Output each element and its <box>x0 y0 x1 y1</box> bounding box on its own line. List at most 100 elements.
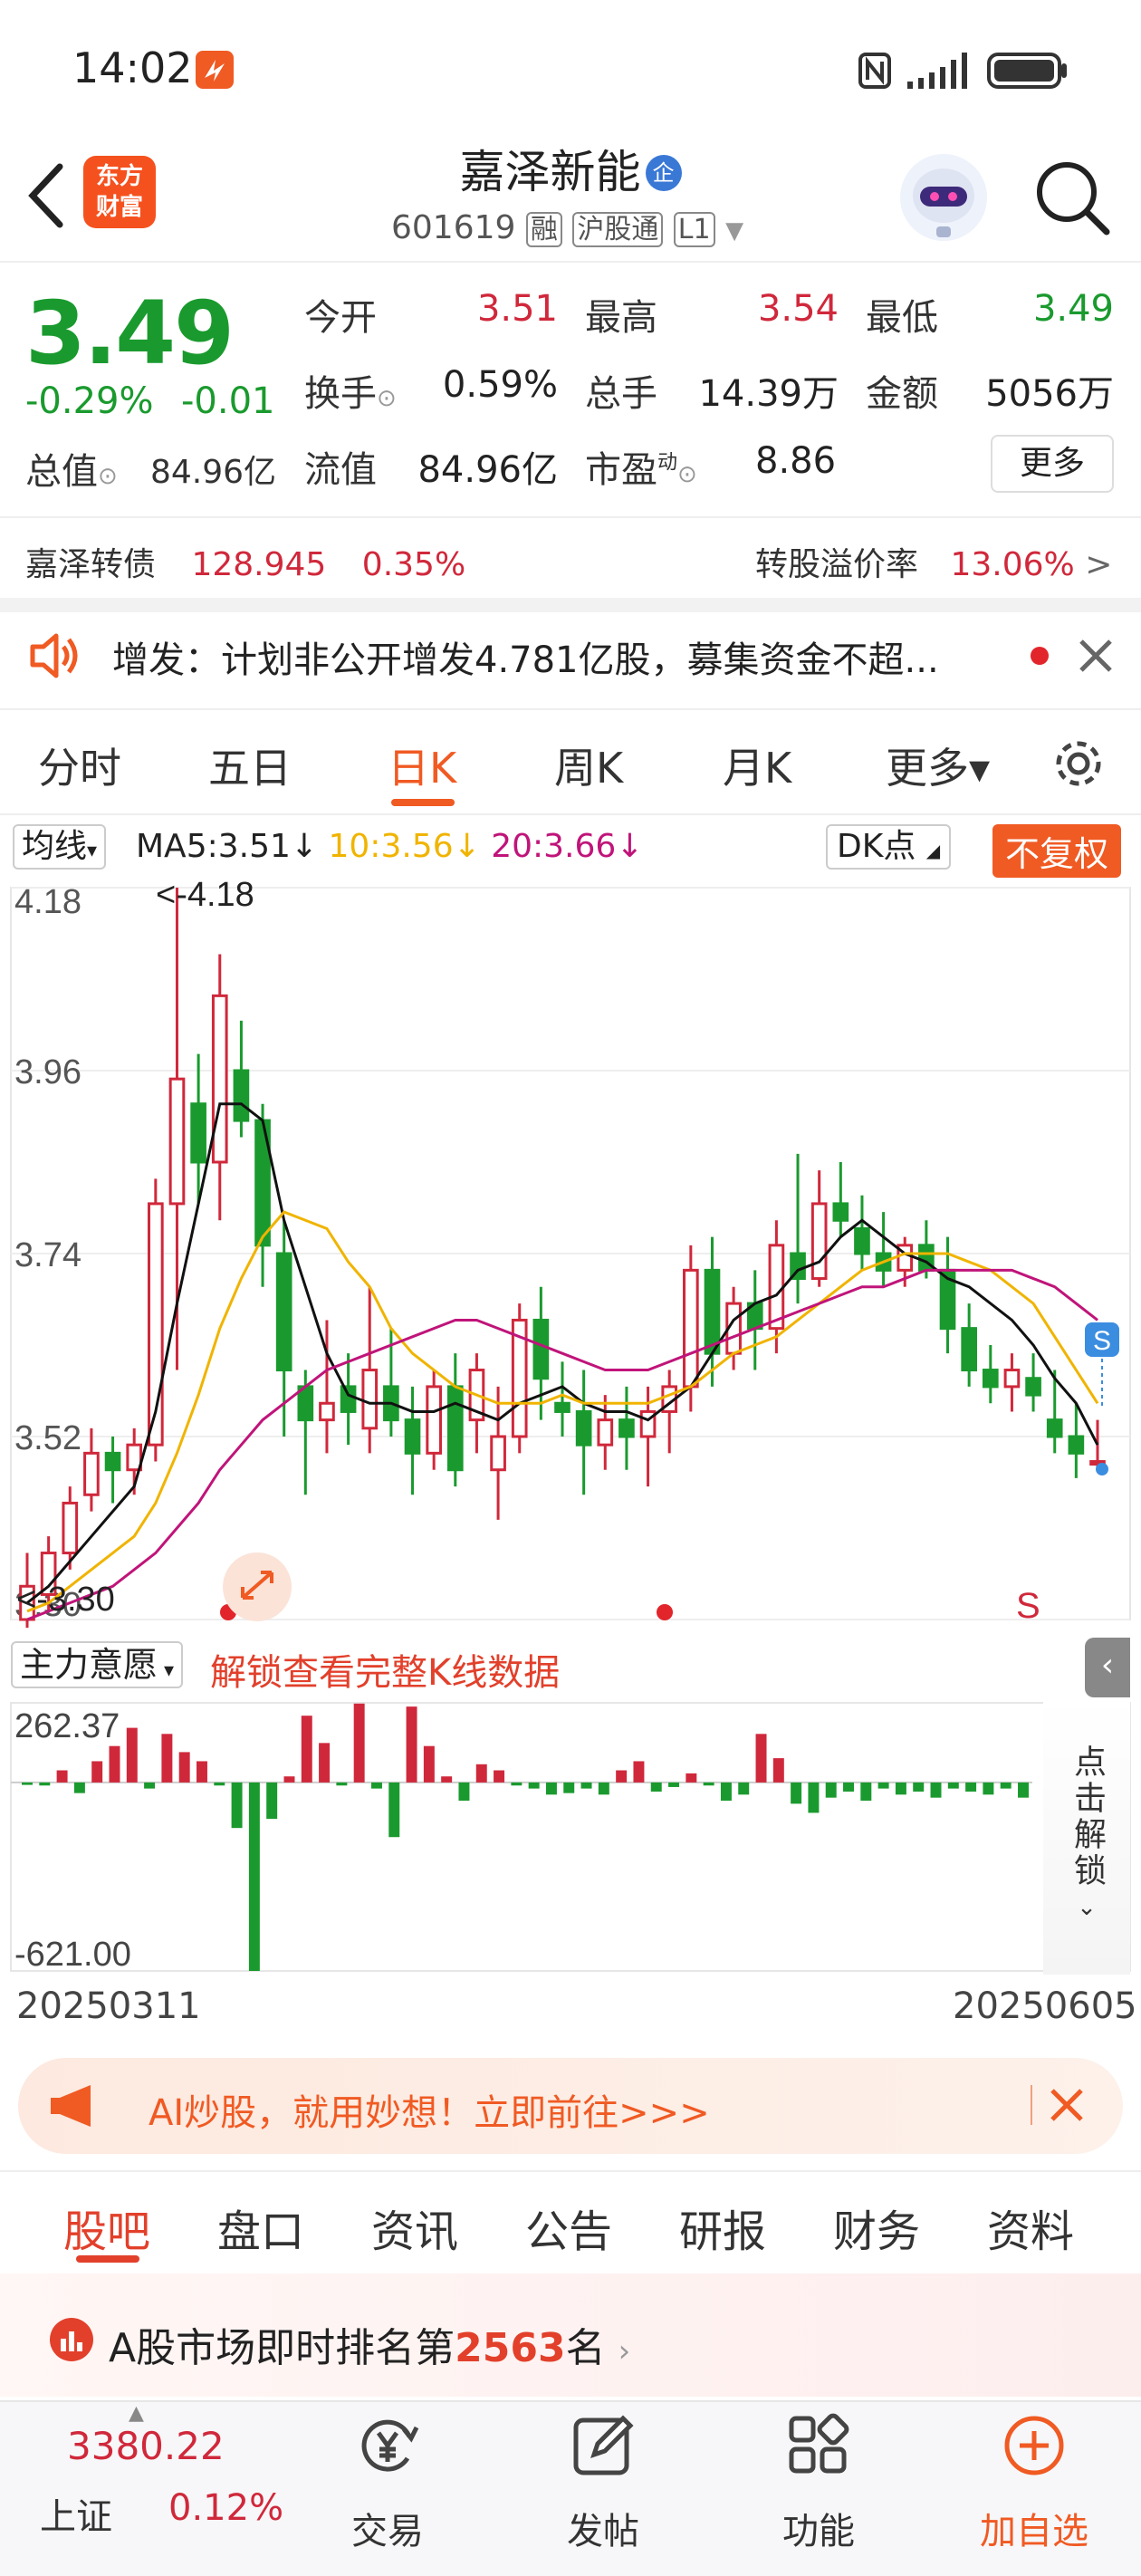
amount-label: 金额 <box>866 373 938 415</box>
indicator-bar <box>406 1706 417 1783</box>
tab-research[interactable]: 研报 <box>679 2196 766 2259</box>
chevron-right-icon: › <box>618 2333 631 2369</box>
ad-divider <box>1031 2085 1032 2125</box>
app-logo: 东方 财富 <box>83 156 156 228</box>
candle-body <box>532 1318 550 1380</box>
candle-body <box>961 1327 977 1372</box>
indicator-bar <box>353 1703 365 1783</box>
nav-functions[interactable]: 功能 <box>728 2409 909 2554</box>
tab-announcements[interactable]: 公告 <box>525 2196 612 2259</box>
tab-daily-k[interactable]: 日K <box>388 735 456 795</box>
speaker-icon <box>30 633 78 678</box>
bond-row[interactable]: 嘉泽转债 128.945 0.35% <box>25 538 465 585</box>
close-icon[interactable] <box>1049 2087 1085 2123</box>
ma-select[interactable]: 均线▾ <box>13 824 107 870</box>
indicator-chart: 262.37 -621.00 <box>10 1702 1131 1974</box>
tab-order-book[interactable]: 盘口 <box>217 2196 304 2259</box>
assistant-avatar[interactable] <box>900 154 987 241</box>
indicator-bar <box>178 1752 190 1783</box>
unlock-link[interactable]: 解锁查看完整K线数据 <box>210 1643 560 1696</box>
nav-trade[interactable]: 交易 <box>297 2409 478 2554</box>
stock-code-row: 601619 融 沪股通 L1 ▼ <box>391 207 744 247</box>
candle-body <box>1025 1377 1041 1397</box>
indicator-max-label: 262.37 <box>14 1707 120 1745</box>
index-value[interactable]: 3380.22 <box>67 2424 225 2468</box>
dk-point-toggle[interactable]: DK点 ◢ <box>826 824 952 870</box>
enterprise-badge: 企 <box>645 155 682 191</box>
candle-body <box>426 1385 442 1455</box>
candle-body <box>597 1418 614 1447</box>
indicator-bar <box>301 1716 312 1783</box>
volume-label: 总手 <box>585 373 657 415</box>
battery-icon <box>987 53 1067 89</box>
settings-icon[interactable] <box>1050 735 1107 792</box>
tab-five-day[interactable]: 五日 <box>208 735 292 795</box>
yen-cycle-icon <box>361 2419 419 2472</box>
start-date: 20250311 <box>16 1985 201 2027</box>
turnover-label: 换手⊙ <box>304 373 397 415</box>
tab-weekly-k[interactable]: 周K <box>554 735 623 795</box>
indicator-bar <box>580 1782 592 1789</box>
indicator-bar <box>336 1782 348 1786</box>
notification-icon <box>196 51 234 89</box>
tag-connect: 沪股通 <box>572 212 664 247</box>
sell-signal-label: S <box>1016 1586 1040 1626</box>
indicator-bar <box>370 1782 382 1789</box>
tab-profile[interactable]: 资料 <box>987 2196 1074 2259</box>
tab-news[interactable]: 资讯 <box>371 2196 458 2259</box>
ad-text[interactable]: AI炒股，就用妙想！立即前往>>> <box>149 2083 710 2136</box>
indicator-bar <box>650 1782 662 1792</box>
max-annotation: <-4.18 <box>156 876 254 914</box>
tag-margin: 融 <box>525 212 562 247</box>
tab-underline <box>76 2255 139 2263</box>
more-button[interactable]: 更多 <box>991 435 1114 493</box>
event-dot <box>657 1604 673 1620</box>
adjust-toggle[interactable]: 不复权 <box>992 824 1122 878</box>
close-icon[interactable] <box>1076 636 1116 676</box>
tab-underline <box>391 799 455 806</box>
indicator-bar <box>755 1734 767 1783</box>
indicator-bar <box>545 1782 557 1795</box>
rank-text[interactable]: A股市场即时排名第2563名 › <box>109 2315 630 2373</box>
indicator-bar <box>73 1782 85 1793</box>
indicator-bar <box>633 1761 645 1783</box>
search-icon[interactable] <box>1032 158 1112 237</box>
candle-body <box>575 1409 592 1447</box>
high-value: 3.54 <box>757 288 839 330</box>
candle-body <box>83 1451 100 1496</box>
tab-monthly-k[interactable]: 月K <box>723 735 791 795</box>
index-pct[interactable]: 0.12% <box>168 2487 283 2529</box>
indicator-bar <box>1018 1782 1029 1798</box>
notice-text[interactable]: 增发：计划非公开增发4.781亿股，募集资金不超... <box>112 630 939 683</box>
turnover-value: 0.59% <box>442 364 558 406</box>
tab-forum[interactable]: 股吧 <box>63 2196 150 2259</box>
bond-premium[interactable]: 转股溢价率 13.06% > <box>755 538 1112 585</box>
chevron-down-icon: ▼ <box>725 217 744 245</box>
candle-body <box>554 1401 570 1413</box>
nav-post[interactable]: 发帖 <box>513 2409 694 2554</box>
candle-body <box>982 1369 999 1389</box>
kline-chart[interactable]: 4.183.963.743.523.30<-4.18<-3.30 SS <box>0 875 1141 1636</box>
candle-body <box>446 1385 464 1472</box>
mktcap-label: 总值⊙ <box>25 451 118 493</box>
low-value: 3.49 <box>1032 288 1114 330</box>
tab-intraday[interactable]: 分时 <box>38 735 121 795</box>
candle-body <box>490 1435 506 1472</box>
index-name[interactable]: 上证 <box>40 2487 112 2540</box>
collapse-panel-button[interactable]: ‹ <box>1085 1638 1130 1697</box>
back-icon[interactable] <box>24 159 67 232</box>
change-pct: -0.29% <box>25 380 154 422</box>
indicator-select[interactable]: 主力意愿 ▾ <box>11 1641 184 1688</box>
unlock-side-button[interactable]: 点击解锁 ⌄ <box>1043 1699 1130 1975</box>
indicator-bar <box>231 1782 243 1829</box>
indicator-bar <box>197 1761 207 1783</box>
indicator-bar <box>598 1782 609 1795</box>
indicator-bar <box>266 1782 278 1820</box>
tab-more[interactable]: 更多▾ <box>886 735 990 795</box>
indicator-bar <box>511 1782 523 1786</box>
nav-add-watchlist[interactable]: 加自选 <box>944 2409 1125 2554</box>
candle-body <box>683 1268 699 1389</box>
candle-body <box>704 1268 721 1355</box>
tab-finance[interactable]: 财务 <box>833 2196 920 2259</box>
indicator-bar <box>791 1782 802 1804</box>
